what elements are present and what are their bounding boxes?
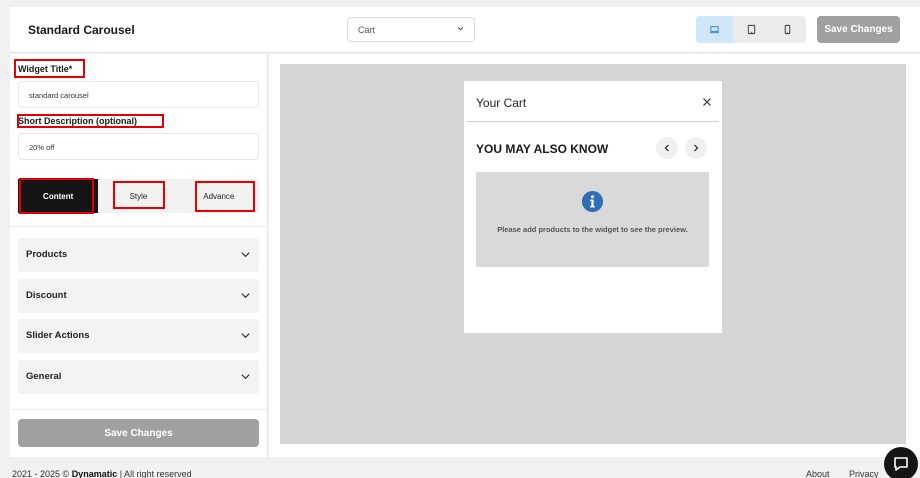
tab-style[interactable]: Style bbox=[98, 179, 178, 213]
cart-title: Your Cart bbox=[476, 96, 527, 110]
placement-select-value: Cart bbox=[358, 25, 376, 35]
preview-container: Your Cart YOU MAY ALSO KNOW Please add p… bbox=[269, 54, 920, 457]
highlight-box bbox=[194, 181, 255, 212]
chevron-down-icon bbox=[241, 374, 250, 380]
mobile-view-button[interactable] bbox=[769, 16, 806, 43]
carousel-next-button[interactable] bbox=[685, 137, 707, 159]
empty-products-notice: Please add products to the widget to see… bbox=[476, 172, 709, 267]
accordion-slider-actions[interactable]: Slider Actions bbox=[18, 319, 259, 353]
highlight-box bbox=[14, 59, 85, 78]
accordion-products-label: Products bbox=[26, 249, 68, 260]
placement-select[interactable]: Cart bbox=[347, 17, 475, 42]
settings-panel: Widget Title* standard carousel Short De… bbox=[10, 54, 268, 457]
brand-name: Dynamatic bbox=[71, 469, 118, 478]
accordion-general-label: General bbox=[26, 371, 62, 382]
chevron-down-icon bbox=[241, 252, 250, 258]
tab-advance[interactable]: Advance bbox=[179, 179, 259, 213]
privacy-link[interactable]: Privacy bbox=[849, 469, 879, 478]
accordion-slider-actions-label: Slider Actions bbox=[26, 330, 90, 341]
widget-title-label: Widget Title* bbox=[14, 59, 85, 78]
accordion-products[interactable]: Products bbox=[18, 238, 259, 272]
copyright-prefix: 2021 - 2025 © bbox=[12, 469, 72, 478]
preview-canvas: Your Cart YOU MAY ALSO KNOW Please add p… bbox=[280, 64, 906, 444]
device-switcher bbox=[696, 16, 806, 43]
chevron-left-icon bbox=[664, 144, 669, 152]
cart-divider bbox=[467, 121, 719, 122]
save-changes-button[interactable]: Save Changes bbox=[18, 419, 259, 447]
widget-title-input[interactable]: standard carousel bbox=[18, 81, 259, 108]
copyright-suffix: | All right reserved bbox=[117, 469, 192, 478]
page-title: Standard Carousel bbox=[28, 23, 135, 37]
chevron-right-icon bbox=[694, 144, 699, 152]
accordion-discount[interactable]: Discount bbox=[18, 279, 259, 313]
empty-products-message: Please add products to the widget to see… bbox=[497, 225, 688, 234]
chat-icon bbox=[894, 457, 908, 471]
copyright: 2021 - 2025 © Dynamatic | All right rese… bbox=[12, 469, 192, 478]
chat-button[interactable] bbox=[884, 447, 918, 478]
chevron-down-icon bbox=[241, 293, 250, 299]
short-description-label: Short Description (optional) bbox=[17, 114, 164, 128]
accordion-discount-label: Discount bbox=[26, 290, 67, 301]
mobile-icon bbox=[784, 24, 791, 35]
carousel-prev-button[interactable] bbox=[656, 137, 678, 159]
tablet-icon bbox=[747, 24, 755, 35]
chevron-down-icon bbox=[241, 333, 250, 339]
about-link[interactable]: About bbox=[806, 469, 830, 478]
highlight-box bbox=[17, 114, 164, 128]
divider bbox=[10, 409, 268, 410]
accordion-general[interactable]: General bbox=[18, 360, 259, 394]
tablet-view-button[interactable] bbox=[733, 16, 770, 43]
info-icon bbox=[581, 190, 604, 213]
desktop-view-button[interactable] bbox=[696, 16, 733, 43]
close-icon[interactable] bbox=[702, 97, 712, 107]
highlight-box bbox=[113, 181, 166, 209]
chevron-down-icon bbox=[457, 27, 464, 31]
divider bbox=[10, 226, 268, 227]
desktop-icon bbox=[709, 26, 719, 34]
top-bar: Standard Carousel Cart Save Changes bbox=[10, 7, 920, 53]
short-description-input[interactable]: 20% off bbox=[18, 133, 259, 160]
highlight-box bbox=[19, 178, 94, 214]
settings-tabs: Content Style Advance bbox=[18, 178, 259, 214]
tab-content[interactable]: Content bbox=[18, 178, 99, 214]
carousel-section-title: YOU MAY ALSO KNOW bbox=[476, 142, 609, 156]
cart-drawer-preview: Your Cart YOU MAY ALSO KNOW Please add p… bbox=[464, 81, 722, 333]
save-changes-button-top[interactable]: Save Changes bbox=[817, 16, 900, 43]
